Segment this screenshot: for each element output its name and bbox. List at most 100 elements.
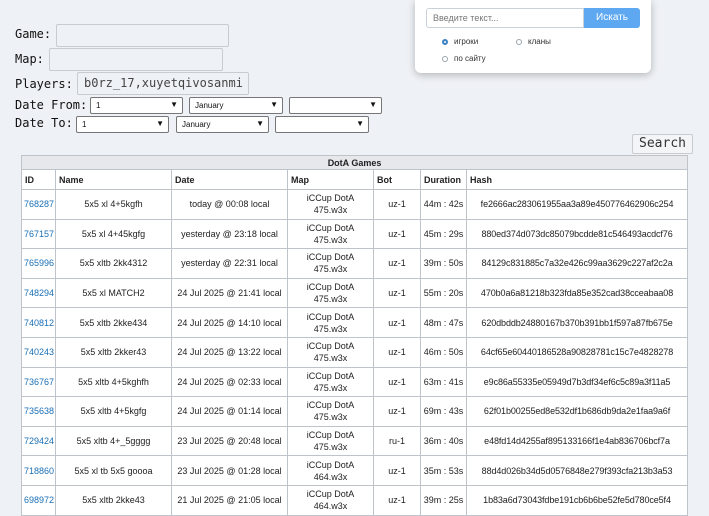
chevron-down-icon: ▼ [369,100,377,109]
game-duration: 63m : 41s [420,366,467,398]
column-header-id[interactable]: ID [21,169,56,190]
date-to-label: Date To: [15,116,73,130]
game-bot: uz-1 [373,307,421,338]
game-id-link[interactable]: 740812 [21,307,56,338]
radio-site[interactable]: по сайту [442,54,486,63]
game-id-link[interactable]: 736767 [21,366,56,398]
column-header-date[interactable]: Date [171,169,288,190]
game-hash: 470b0a6a81218b323fda85e352cad38cceabaa08 [465,277,689,309]
game-id-link[interactable]: 718860 [21,455,56,486]
radio-players[interactable]: игроки [442,37,478,46]
from-year-select[interactable]: ▼ [289,97,382,114]
table-row[interactable]: 740812 5x5 xltb 2kke434 24 Jul 2025 @ 14:1… [21,307,689,338]
game-bot: uz-1 [373,366,421,398]
game-map: iCCup DotA 475.w3x [287,218,374,250]
chevron-down-icon: ▼ [170,100,178,109]
table-row[interactable]: 767157 5x5 xl 4+45kgfg yesterday @ 23:18 l… [21,218,689,250]
game-name: 5x5 xltb 4+_5gggg [55,425,172,457]
to-year-select[interactable]: ▼ [275,116,369,133]
game-date: 24 Jul 2025 @ 13:22 local [171,336,288,368]
radio-clans[interactable]: кланы [516,37,551,46]
column-header-name[interactable]: Name [55,169,172,190]
table-row[interactable]: 748294 5x5 xl MATCH2 24 Jul 2025 @ 21:41 l… [21,277,689,309]
radio-off-icon [442,55,448,62]
chevron-down-icon: ▼ [256,119,264,128]
players-input[interactable]: b0rz_17,xuyetqivosanmi [77,72,249,95]
map-input[interactable] [49,48,223,71]
game-label: Game: [15,27,52,41]
game-date: 21 Jul 2025 @ 21:05 local [171,484,288,516]
game-duration: 36m : 40s [420,425,467,457]
game-map: iCCup DotA 475.w3x [287,396,374,427]
table-row[interactable]: 736767 5x5 xltb 4+5kghfh 24 Jul 2025 @ 02:… [21,366,689,398]
game-map: iCCup DotA 475.w3x [287,277,374,309]
to-month-select[interactable]: January ▼ [176,116,269,133]
game-bot: uz-1 [373,484,421,516]
game-bot: uz-1 [373,189,421,220]
from-month-value: January [195,101,224,110]
from-month-select[interactable]: January ▼ [189,97,283,114]
game-duration: 55m : 20s [420,277,467,309]
table-row[interactable]: 740243 5x5 xltb 2kker43 24 Jul 2025 @ 13:2… [21,336,689,368]
game-date: 23 Jul 2025 @ 01:28 local [171,455,288,486]
to-day-select[interactable]: 1 ▼ [76,116,169,133]
table-row[interactable]: 698972 5x5 xltb 2kke43 21 Jul 2025 @ 21:05… [21,484,689,516]
games-table: DotA Games ID Name Date Map Bot Duration Hash … [20,155,689,516]
game-hash: fe2666ac283061955aa3a89e450776462906c254 [465,189,689,220]
from-day-value: 1 [96,101,101,110]
game-duration: 45m : 29s [420,218,467,250]
game-name: 5x5 xltb 2kke434 [55,307,172,338]
column-header-bot[interactable]: Bot [373,169,421,190]
game-id-link[interactable]: 748294 [21,277,56,309]
table-row[interactable]: 765996 5x5 xltb 2kk4312 yesterday @ 22:31 … [21,248,689,279]
game-name: 5x5 xl 4+5kgfh [55,189,172,220]
game-id-link[interactable]: 768287 [21,189,56,220]
to-day-value: 1 [82,120,87,129]
game-map: iCCup DotA 475.w3x [287,248,374,279]
game-duration: 35m : 53s [420,455,467,486]
site-search-input[interactable]: Введите текст... [426,8,584,28]
game-bot: uz-1 [373,218,421,250]
game-id-link[interactable]: 765996 [21,248,56,279]
game-hash: 88d4d026b34d5d0576848e279f393cfa213b3a53 [465,455,689,486]
game-id-link[interactable]: 740243 [21,336,56,368]
from-day-select[interactable]: 1 ▼ [90,97,183,114]
game-name: 5x5 xltb 2kker43 [55,336,172,368]
game-bot: uz-1 [373,396,421,427]
column-header-map[interactable]: Map [287,169,374,190]
table-row[interactable]: 718860 5x5 xl tb 5x5 goooa 23 Jul 2025 @ 0… [21,455,689,486]
column-header-hash[interactable]: Hash [465,169,689,190]
game-duration: 69m : 43s [420,396,467,427]
game-name: 5x5 xl 4+45kgfg [55,218,172,250]
column-header-duration[interactable]: Duration [420,169,467,190]
game-date: 24 Jul 2025 @ 01:14 local [171,396,288,427]
game-name: 5x5 xltb 4+5kgfg [55,396,172,427]
game-bot: ru-1 [373,425,421,457]
chevron-down-icon: ▼ [270,100,278,109]
table-row[interactable]: 735638 5x5 xltb 4+5kgfg 24 Jul 2025 @ 01:1… [21,396,689,427]
search-button[interactable]: Search [632,134,693,154]
game-name: 5x5 xl MATCH2 [55,277,172,309]
game-input[interactable] [56,24,229,47]
site-search-button[interactable]: Искать [584,8,640,28]
table-row[interactable]: 768287 5x5 xl 4+5kgfh today @ 00:08 local i… [21,189,689,220]
to-month-value: January [182,120,211,129]
radio-on-icon [442,38,448,45]
game-date: yesterday @ 23:18 local [171,218,288,250]
game-id-link[interactable]: 767157 [21,218,56,250]
game-hash: 64cf65e60440186528a90828781c15c7e4828278 [465,336,689,368]
date-from-label: Date From: [15,98,88,112]
map-label: Map: [15,52,44,66]
game-date: 24 Jul 2025 @ 21:41 local [171,277,288,309]
game-id-link[interactable]: 729424 [21,425,56,457]
game-id-link[interactable]: 698972 [21,484,56,516]
chevron-down-icon: ▼ [356,119,364,128]
game-hash: 880ed374d073dc85079bcdde81c546493acdcf76 [465,218,689,250]
game-hash: 1b83a6d73043fdbe191cb6b6be52fe5d780ce5f4 [465,484,689,516]
game-duration: 48m : 47s [420,307,467,338]
game-name: 5x5 xltb 4+5kghfh [55,366,172,398]
game-date: yesterday @ 22:31 local [171,248,288,279]
game-id-link[interactable]: 735638 [21,396,56,427]
table-row[interactable]: 729424 5x5 xltb 4+_5gggg 23 Jul 2025 @ 20:… [21,425,689,457]
players-label: Players: [15,77,73,91]
